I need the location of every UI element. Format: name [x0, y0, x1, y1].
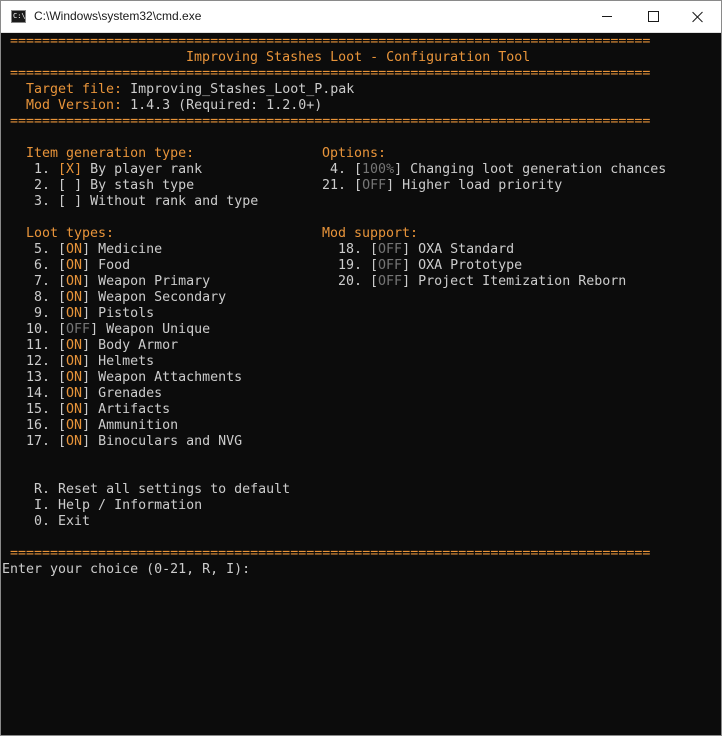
- command-exit: 0. Exit: [34, 514, 91, 529]
- loot-types-heading: Loot types:: [26, 226, 115, 241]
- loot-type-item-15: 15. [ON] Artifacts: [26, 402, 171, 417]
- loot-type-item-14: 14. [ON] Grenades: [26, 386, 163, 401]
- loot-type-item-17: 17. [ON] Binoculars and NVG: [26, 434, 243, 449]
- mod-version-label: Mod Version:: [26, 98, 123, 113]
- loot-type-item-12: 12. [ON] Helmets: [26, 354, 155, 369]
- state-badge: ON: [66, 354, 83, 369]
- command-reset: R. Reset all settings to default: [34, 482, 291, 497]
- state-badge: OFF: [378, 258, 403, 273]
- title-bar[interactable]: C:\Windows\system32\cmd.exe: [1, 1, 721, 33]
- tool-title: Improving Stashes Loot - Configuration T…: [186, 50, 531, 65]
- state-badge: ON: [66, 258, 83, 273]
- state-badge: OFF: [66, 322, 91, 337]
- state-badge: ON: [66, 418, 83, 433]
- close-icon: [692, 11, 704, 23]
- state-badge: OFF: [378, 242, 403, 257]
- loot-type-item-7: 7. [ON] Weapon Primary: [34, 274, 211, 289]
- loot-type-item-10: 10. [OFF] Weapon Unique: [26, 322, 211, 337]
- state-badge: ON: [66, 338, 83, 353]
- state-badge: OFF: [378, 274, 403, 289]
- target-file-line: Target file: Improving_Stashes_Loot_P.pa…: [26, 82, 354, 98]
- loot-type-item-6: 6. [ON] Food: [34, 258, 131, 273]
- mod-support-item-20: 20. [OFF] Project Itemization Reborn: [338, 274, 627, 289]
- target-file-value: Improving_Stashes_Loot_P.pak: [130, 82, 355, 97]
- loot-type-item-11: 11. [ON] Body Armor: [26, 338, 179, 353]
- target-file-label: Target file:: [26, 82, 123, 97]
- state-badge: ON: [66, 402, 83, 417]
- state-badge: ON: [66, 434, 83, 449]
- state-badge: ON: [66, 242, 83, 257]
- option-21: 21. [OFF] Higher load priority: [322, 178, 563, 193]
- mod-support-item-18: 18. [OFF] OXA Standard: [338, 242, 515, 257]
- minimize-icon: [602, 16, 612, 17]
- state-badge: ON: [66, 370, 83, 385]
- option-4: 4. [100%] Changing loot generation chanc…: [330, 162, 667, 177]
- cmd-app-icon[interactable]: [11, 10, 26, 23]
- gen-option-2: 2. [ ] By stash type: [34, 178, 195, 193]
- loot-type-item-9: 9. [ON] Pistols: [34, 306, 155, 321]
- gen-option-1: 1. [X] By player rank: [34, 162, 203, 177]
- mod-support-heading: Mod support:: [322, 226, 419, 241]
- loot-type-item-8: 8. [ON] Weapon Secondary: [34, 290, 227, 305]
- maximize-icon: [647, 11, 659, 22]
- maximize-button[interactable]: [630, 1, 676, 32]
- state-badge: ON: [66, 274, 83, 289]
- mod-support-item-19: 19. [OFF] OXA Prototype: [338, 258, 523, 273]
- state-badge: ON: [66, 290, 83, 305]
- loot-type-item-16: 16. [ON] Ammunition: [26, 418, 179, 433]
- options-heading: Options:: [322, 146, 387, 161]
- state-badge: ON: [66, 306, 83, 321]
- minimize-button[interactable]: [584, 1, 630, 32]
- separator-top: ========================================…: [10, 34, 651, 49]
- item-generation-heading: Item generation type:: [26, 146, 195, 161]
- console-output[interactable]: ========================================…: [1, 33, 721, 735]
- close-button[interactable]: [675, 1, 721, 32]
- command-help: I. Help / Information: [34, 498, 203, 513]
- input-prompt[interactable]: Enter your choice (0-21, R, I):: [2, 562, 250, 578]
- gen-option-3: 3. [ ] Without rank and type: [34, 194, 259, 209]
- state-badge: ON: [66, 386, 83, 401]
- mod-version-value: 1.4.3 (Required: 1.2.0+): [130, 98, 323, 113]
- loot-type-item-5: 5. [ON] Medicine: [34, 242, 163, 257]
- mod-version-line: Mod Version: 1.4.3 (Required: 1.2.0+): [26, 98, 322, 114]
- window-title: C:\Windows\system32\cmd.exe: [34, 9, 202, 23]
- loot-type-item-13: 13. [ON] Weapon Attachments: [26, 370, 243, 385]
- separator-title: ========================================…: [10, 66, 651, 81]
- cmd-window: C:\Windows\system32\cmd.exe ============…: [0, 0, 722, 736]
- separator-bottom: ========================================…: [10, 546, 651, 561]
- separator-info: ========================================…: [10, 114, 651, 129]
